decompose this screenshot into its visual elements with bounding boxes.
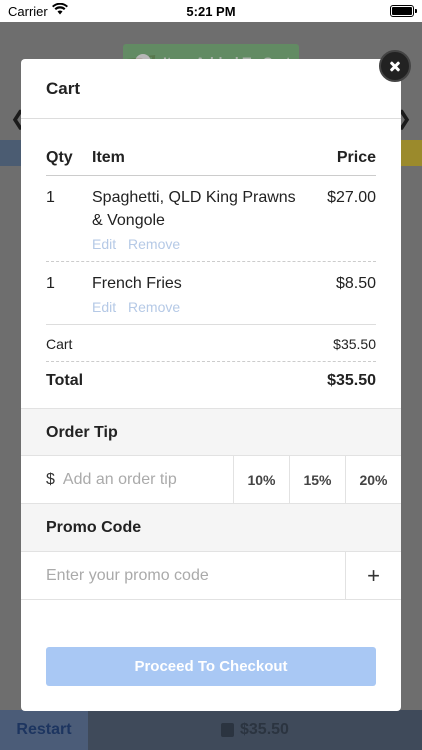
footer-cart-total[interactable]: $35.50: [240, 721, 289, 739]
bag-icon: [221, 723, 234, 737]
checkout-button[interactable]: Proceed To Checkout: [46, 647, 376, 686]
clock: 5:21 PM: [186, 4, 236, 19]
total-value: $35.50: [327, 372, 376, 389]
total-row: Total $35.50: [46, 362, 376, 408]
remove-link[interactable]: Remove: [128, 299, 180, 315]
background-strip: [0, 140, 22, 166]
item-name: French Fries: [92, 275, 182, 292]
remove-link[interactable]: Remove: [128, 236, 180, 252]
price-header: Price: [336, 149, 376, 166]
subtotal-value: $35.50: [333, 336, 376, 352]
edit-link[interactable]: Edit: [92, 236, 116, 252]
subtotal-row: Cart $35.50: [46, 325, 376, 362]
cart-line-item: 1 French Fries $8.50 Edit Remove: [46, 262, 376, 325]
status-bar: Carrier 5:21 PM: [0, 0, 422, 22]
qty-header: Qty: [46, 149, 73, 166]
tip-row: $ Add an order tip 10% 15% 20%: [21, 456, 401, 504]
tip-20-button[interactable]: 20%: [345, 456, 401, 503]
cart-header-row: Qty Item Price: [46, 149, 376, 176]
edit-link[interactable]: Edit: [92, 299, 116, 315]
tip-placeholder: Add an order tip: [62, 470, 177, 488]
battery-icon: [390, 5, 417, 17]
subtotal-label: Cart: [46, 336, 73, 352]
dollar-icon: $: [46, 470, 55, 488]
promo-code-input[interactable]: Enter your promo code: [21, 552, 345, 599]
tip-15-button[interactable]: 15%: [289, 456, 345, 503]
promo-heading: Promo Code: [21, 504, 401, 552]
footer-bar: Restart $35.50: [0, 710, 422, 750]
cart-line-item: 1 Spaghetti, QLD King Prawns & Vongole $…: [46, 176, 376, 262]
item-price: $27.00: [327, 189, 376, 206]
cart-table: Qty Item Price 1 Spaghetti, QLD King Pra…: [21, 119, 401, 408]
close-icon[interactable]: [379, 50, 411, 82]
background-strip: [400, 140, 422, 166]
item-qty: 1: [46, 275, 55, 292]
promo-row: Enter your promo code +: [21, 552, 401, 600]
add-promo-button[interactable]: +: [345, 552, 401, 599]
item-price: $8.50: [335, 275, 376, 292]
tip-input[interactable]: $ Add an order tip: [21, 456, 233, 503]
tip-heading: Order Tip: [21, 408, 401, 456]
item-name: Spaghetti, QLD King Prawns & Vongole: [92, 189, 296, 229]
total-label: Total: [46, 372, 84, 389]
modal-title: Cart: [21, 59, 401, 119]
item-header: Item: [92, 149, 125, 166]
cart-modal: Cart Qty Item Price 1 Spaghetti, QLD Kin…: [21, 59, 401, 711]
item-qty: 1: [46, 189, 55, 206]
restart-button[interactable]: Restart: [0, 710, 88, 750]
tip-10-button[interactable]: 10%: [233, 456, 289, 503]
